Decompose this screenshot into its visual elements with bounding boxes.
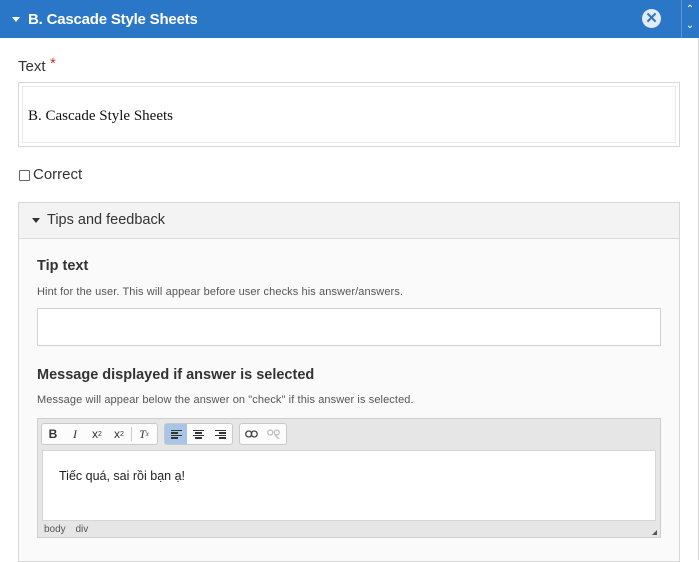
close-icon[interactable]: ✕ (642, 9, 661, 28)
subscript-button[interactable]: x2 (86, 424, 108, 444)
tip-text-input[interactable] (37, 308, 661, 346)
chevron-down-icon[interactable]: ⌄ (685, 20, 695, 32)
correct-checkbox[interactable] (19, 170, 30, 181)
text-input[interactable]: B. Cascade Style Sheets (18, 82, 680, 147)
message-label: Message displayed if answer is selected (37, 367, 315, 383)
align-left-icon (170, 429, 182, 439)
align-right-icon (214, 429, 226, 439)
order-controls: ⌃ ⌄ (681, 0, 699, 38)
tips-toggle[interactable]: Tips and feedback (19, 203, 679, 239)
tips-title: Tips and feedback (47, 212, 165, 228)
align-left-button[interactable] (165, 424, 187, 444)
tip-text-label: Tip text (37, 258, 89, 274)
toolbar-separator (131, 427, 132, 441)
message-hint: Message will appear below the answer on … (37, 394, 414, 406)
rich-text-editor: B I x2 x2 Tx Tiếc quá, sai rồi bạn ạ! bo… (37, 418, 661, 538)
italic-button[interactable]: I (64, 424, 86, 444)
chevron-up-icon[interactable]: ⌃ (685, 4, 695, 16)
correct-label[interactable]: Correct (33, 166, 82, 183)
align-right-button[interactable] (209, 424, 231, 444)
align-center-icon (192, 429, 204, 439)
item-title: B. Cascade Style Sheets (28, 10, 198, 28)
align-group (164, 423, 233, 445)
align-center-button[interactable] (187, 424, 209, 444)
text-label: Text (18, 58, 46, 75)
remove-format-button[interactable]: Tx (133, 424, 155, 444)
caret-down-icon (32, 218, 40, 223)
link-group (239, 423, 287, 445)
editor-content-text: Tiếc quá, sai rồi bạn ạ! (59, 469, 185, 483)
unlink-icon (266, 429, 280, 439)
list-item-header[interactable]: B. Cascade Style Sheets ✕ (0, 0, 681, 38)
tip-text-hint: Hint for the user. This will appear befo… (37, 286, 404, 298)
unlink-button[interactable] (262, 424, 284, 444)
resize-handle[interactable] (652, 530, 657, 535)
bold-button[interactable]: B (42, 424, 64, 444)
link-icon (244, 430, 258, 438)
elements-path: body div (44, 524, 95, 535)
editor-content[interactable]: Tiếc quá, sai rồi bạn ạ! (42, 450, 656, 521)
text-input-value: B. Cascade Style Sheets (28, 108, 173, 124)
path-body[interactable]: body (44, 524, 66, 535)
tips-panel: Tips and feedback Tip text Hint for the … (18, 202, 680, 562)
required-mark: * (50, 55, 56, 72)
path-div[interactable]: div (75, 524, 88, 535)
superscript-button[interactable]: x2 (108, 424, 130, 444)
link-button[interactable] (240, 424, 262, 444)
format-group: B I x2 x2 Tx (41, 423, 158, 445)
caret-down-icon[interactable] (12, 16, 20, 22)
editor-toolbar: B I x2 x2 Tx (38, 419, 660, 449)
